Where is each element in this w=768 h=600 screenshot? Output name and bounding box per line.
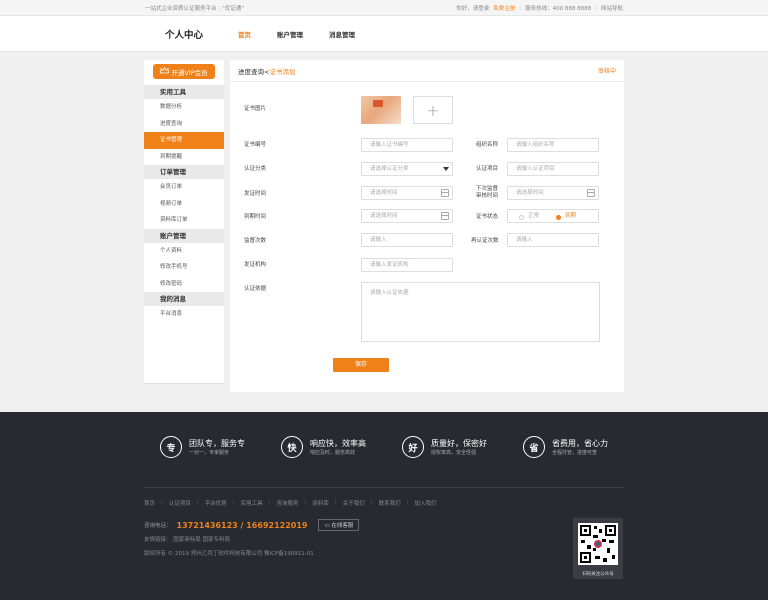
footer-link-about[interactable]: 关于我们 — [343, 499, 365, 507]
register-link[interactable]: 免费注册 — [493, 4, 515, 12]
feature-speed: 快 响应快，效率高 响应及时，服务高效 — [281, 436, 366, 458]
sidebar-item-profile[interactable]: 个人资料 — [144, 243, 224, 260]
crown-icon — [160, 66, 170, 76]
org-label: 组织名称 — [476, 142, 499, 148]
calendar-icon — [587, 189, 595, 197]
sidebar-item-data-analysis[interactable]: 数据分析 — [144, 99, 224, 116]
copyright: 版权所有 © 2019 郑州乙丙丁软件科技有限公司 豫ICP备190911-01 — [144, 551, 314, 557]
sheng-badge-icon: 省 — [523, 436, 545, 458]
footer-link-library[interactable]: 资料库 — [312, 499, 329, 507]
footer-link-advantages[interactable]: 平台优势 — [205, 499, 227, 507]
qr-code-panel: 扫码关注公众号 — [573, 518, 623, 579]
login-link[interactable]: 你好，请登录 — [456, 4, 489, 12]
content-panel: 进度查询<证书添加 审核中 证书图片 + 证书编号 请输入证书编号 组织名称 请… — [230, 60, 624, 392]
sidebar-section-orders: 订单管理 — [144, 165, 224, 179]
recert-count-label: 再认证次数 — [471, 238, 499, 244]
service-hotline: 服务热线：400 888 8888 — [525, 5, 592, 12]
sidebar: 开通VIP会员 实用工具 数据分析 进度查询 证书管理 到期提醒 订单管理 会员… — [144, 60, 224, 384]
breadcrumb-progress[interactable]: 进度查询< — [238, 68, 269, 76]
footer-link-home[interactable]: 首页 — [144, 499, 155, 507]
nav-account[interactable]: 账户管理 — [277, 29, 303, 39]
sidebar-section-account: 账户管理 — [144, 228, 224, 243]
sidebar-item-video-orders[interactable]: 视频订单 — [144, 196, 224, 213]
friend-links: 友情链接： 国家商标局 国家专利局 — [144, 537, 230, 543]
plus-icon: + — [426, 100, 440, 120]
sidebar-section-messages: 我的消息 — [144, 292, 224, 306]
sitemap-link[interactable]: 网站导航 — [601, 4, 623, 12]
expire-label: 到期时间 — [244, 214, 267, 220]
audit-count-input[interactable]: 请输入 — [361, 233, 453, 247]
feature-cost: 省 省费用，省心力 全程托管，进度可查 — [523, 436, 608, 458]
project-label: 认证项目 — [476, 166, 499, 172]
page-title: 个人中心 — [165, 29, 204, 41]
header: 个人中心 首页 账户管理 消息管理 — [0, 16, 768, 52]
cert-no-input[interactable]: 请输入证书编号 — [361, 138, 453, 152]
zhuan-badge-icon: 专 — [160, 436, 182, 458]
breadcrumb: 进度查询<证书添加 — [238, 66, 295, 76]
footer-link-tools[interactable]: 实用工具 — [241, 499, 263, 507]
add-image-button[interactable]: + — [413, 96, 453, 124]
top-slogan: 一站式企业资质认证服务平台 | “优证通” — [145, 5, 245, 12]
recert-count-input[interactable]: 请输入 — [507, 233, 599, 247]
radio-expired-label: 到期 — [565, 213, 577, 219]
calendar-icon — [441, 189, 449, 197]
radio-expired[interactable] — [556, 215, 561, 220]
radio-normal[interactable] — [519, 215, 524, 220]
footer-link-consult[interactable]: 咨询服务 — [277, 499, 299, 507]
project-input[interactable]: 请输入认证项目 — [507, 162, 599, 176]
sidebar-item-cert-manage[interactable]: 证书管理 — [144, 132, 224, 149]
cert-image-thumbnail[interactable] — [361, 96, 401, 124]
feature-quality: 好 质量好，保密好 授权率高，安全性强 — [402, 436, 487, 458]
issue-time-input[interactable]: 请选择时间 — [361, 186, 453, 200]
expire-input[interactable]: 请选择时间 — [361, 209, 453, 223]
save-button[interactable]: 保存 — [333, 358, 389, 372]
audit-count-label: 监督次数 — [244, 238, 267, 244]
status-badge: 审核中 — [597, 68, 616, 75]
category-label: 认证分类 — [244, 166, 267, 172]
sidebar-item-progress[interactable]: 进度查询 — [144, 116, 224, 133]
sidebar-section-tools: 实用工具 — [144, 85, 224, 99]
online-service-button[interactable]: ▭ 在线客服 — [318, 519, 360, 531]
nav-messages[interactable]: 消息管理 — [329, 29, 355, 39]
issuer-label: 发证机构 — [244, 262, 267, 268]
cert-image-label: 证书图片 — [244, 106, 267, 112]
sidebar-item-expire-reminder[interactable]: 到期提醒 — [144, 149, 224, 166]
top-bar: 一站式企业资质认证服务平台 | “优证通” 你好，请登录 免费注册 | 服务热线… — [0, 0, 768, 16]
chevron-down-icon — [443, 167, 449, 171]
vip-button[interactable]: 开通VIP会员 — [153, 64, 215, 79]
sidebar-item-library-orders[interactable]: 资料库订单 — [144, 212, 224, 229]
nav-home[interactable]: 首页 — [238, 29, 251, 39]
footer-link-contact[interactable]: 联系我们 — [379, 499, 401, 507]
footer-link-projects[interactable]: 认证项目 — [169, 499, 191, 507]
sidebar-item-member-orders[interactable]: 会员订单 — [144, 179, 224, 196]
org-input[interactable]: 请输入组织名称 — [507, 138, 599, 152]
footer-hotline: 咨询电话： 13721436123 / 16692122019 ▭ 在线客服 — [144, 519, 360, 531]
sidebar-item-change-password[interactable]: 修改密码 — [144, 276, 224, 293]
next-audit-input[interactable]: 请选择时间 — [507, 186, 599, 200]
sidebar-item-change-phone[interactable]: 修改手机号 — [144, 259, 224, 276]
next-audit-label: 下次监督 审核时间 — [476, 186, 499, 199]
category-select[interactable]: 请选择认证分类 — [361, 162, 453, 176]
calendar-icon — [441, 212, 449, 220]
cert-status-radio-group: 正常 到期 — [507, 209, 599, 223]
breadcrumb-current: 证书添加 — [269, 67, 296, 76]
issuer-input[interactable]: 请输入发证机构 — [361, 258, 453, 272]
footer-link-join[interactable]: 加入我们 — [415, 499, 437, 507]
basis-label: 认证依据 — [244, 286, 267, 292]
cert-no-label: 证书编号 — [244, 142, 267, 148]
feature-team: 专 团队专，服务专 一对一，专家服务 — [160, 436, 245, 458]
sidebar-item-platform-messages[interactable]: 平台消息 — [144, 306, 224, 323]
kuai-badge-icon: 快 — [281, 436, 303, 458]
footer: 专 团队专，服务专 一对一，专家服务 快 响应快，效率高 响应及时，服务高效 好 质… — [0, 412, 768, 600]
cert-status-label: 证书状态 — [476, 214, 499, 220]
issue-time-label: 发证时间 — [244, 191, 267, 197]
basis-textarea[interactable]: 请输入认证依据 — [361, 282, 600, 342]
hao-badge-icon: 好 — [402, 436, 424, 458]
qr-code-image — [578, 523, 618, 565]
footer-links: 首页 | 认证项目 | 平台优势 | 实用工具 | 咨询服务 | 资料库 | 关于我们 | 联… — [144, 499, 437, 507]
radio-normal-label: 正常 — [528, 213, 540, 219]
